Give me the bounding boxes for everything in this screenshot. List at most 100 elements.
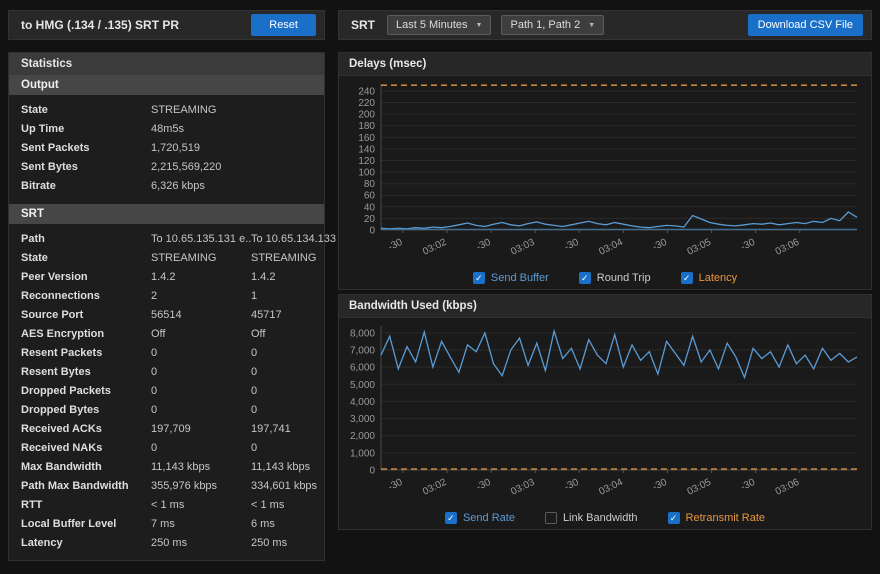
stat-row: Bitrate6,326 kbps: [9, 176, 324, 195]
stat-row: AES EncryptionOffOff: [9, 324, 324, 343]
stat-row: PathTo 10.65.135.131 e...To 10.65.134.13…: [9, 229, 324, 248]
stat-value: 0: [251, 347, 351, 359]
checkbox-checked-icon[interactable]: [579, 272, 591, 284]
stat-value: 0: [151, 404, 251, 416]
stat-label: Received NAKs: [21, 442, 151, 454]
stat-value: 250 ms: [151, 537, 251, 549]
stat-value: 0: [151, 442, 251, 454]
stat-value: 2: [151, 290, 251, 302]
legend-retransmit-rate[interactable]: Retransmit Rate: [668, 512, 765, 524]
legend-send-buffer[interactable]: Send Buffer: [473, 272, 549, 284]
svg-text:-30: -30: [563, 237, 581, 253]
stream-header: to HMG (.134 / .135) SRT PR Reset: [8, 10, 325, 40]
svg-text:80: 80: [364, 179, 376, 190]
svg-text:160: 160: [358, 133, 375, 144]
svg-text:03:02: 03:02: [421, 477, 449, 498]
checkbox-checked-icon[interactable]: [668, 512, 680, 524]
stat-value: 0: [151, 385, 251, 397]
stat-value: 355,976 kbps: [151, 480, 251, 492]
svg-text:03:04: 03:04: [597, 237, 625, 258]
svg-text:-30: -30: [475, 477, 493, 493]
bandwidth-panel: Bandwidth Used (kbps) 01,0002,0003,0004,…: [338, 294, 872, 530]
stat-label: Path: [21, 233, 151, 245]
checkbox-checked-icon[interactable]: [681, 272, 693, 284]
svg-text:7,000: 7,000: [350, 346, 375, 357]
stat-value: 11,143 kbps: [151, 461, 251, 473]
svg-text:03:06: 03:06: [774, 237, 802, 258]
svg-text:-30: -30: [475, 237, 493, 253]
legend-label: Send Buffer: [491, 272, 549, 284]
output-rows: StateSTREAMINGUp Time48m5sSent Packets1,…: [9, 100, 324, 195]
svg-text:6,000: 6,000: [350, 363, 375, 374]
stat-label: Local Buffer Level: [21, 518, 151, 530]
stat-value: To 10.65.134.133 e...: [251, 233, 351, 245]
stat-label: RTT: [21, 499, 151, 511]
legend-link-bandwidth[interactable]: Link Bandwidth: [545, 512, 638, 524]
svg-text:5,000: 5,000: [350, 380, 375, 391]
stat-label: Up Time: [21, 123, 151, 135]
path-dropdown[interactable]: Path 1, Path 2 ▼: [501, 15, 604, 35]
svg-text:3,000: 3,000: [350, 414, 375, 425]
checkbox-checked-icon[interactable]: [473, 272, 485, 284]
stat-row: Source Port5651445717: [9, 305, 324, 324]
legend-label: Round Trip: [597, 272, 651, 284]
stat-label: Sent Packets: [21, 142, 151, 154]
stat-value: 0: [251, 385, 351, 397]
stat-label: Max Bandwidth: [21, 461, 151, 473]
srt-rows: PathTo 10.65.135.131 e...To 10.65.134.13…: [9, 229, 324, 552]
stat-value: STREAMING: [151, 104, 251, 116]
checkbox-checked-icon[interactable]: [445, 512, 457, 524]
stat-value: STREAMING: [151, 252, 251, 264]
stat-value: To 10.65.135.131 e...: [151, 233, 251, 245]
svg-text:-30: -30: [387, 477, 405, 493]
svg-text:0: 0: [369, 466, 375, 477]
stat-row: Reconnections21: [9, 286, 324, 305]
stat-value: 250 ms: [251, 537, 351, 549]
stat-value: 56514: [151, 309, 251, 321]
svg-text:100: 100: [358, 168, 375, 179]
stat-value: 6,326 kbps: [151, 180, 251, 192]
srt-toolbar-label: SRT: [351, 18, 375, 32]
stat-value: 334,601 kbps: [251, 480, 351, 492]
time-range-dropdown[interactable]: Last 5 Minutes ▼: [387, 15, 491, 35]
stat-value: 7 ms: [151, 518, 251, 530]
svg-text:220: 220: [358, 98, 375, 109]
stat-label: Latency: [21, 537, 151, 549]
legend-round-trip[interactable]: Round Trip: [579, 272, 651, 284]
stat-label: Resent Packets: [21, 347, 151, 359]
svg-text:03:03: 03:03: [509, 237, 537, 258]
stat-value: 1: [251, 290, 351, 302]
stat-row: RTT< 1 ms< 1 ms: [9, 495, 324, 514]
stat-value: 197,709: [151, 423, 251, 435]
stat-value: 1,720,519: [151, 142, 251, 154]
stat-label: Peer Version: [21, 271, 151, 283]
stat-value: 0: [251, 442, 351, 454]
stat-label: Sent Bytes: [21, 161, 151, 173]
stat-row: Latency250 ms250 ms: [9, 533, 324, 552]
legend-label: Send Rate: [463, 512, 515, 524]
stat-value: 45717: [251, 309, 351, 321]
statistics-panel: Statistics Output StateSTREAMINGUp Time4…: [8, 52, 325, 561]
legend-send-rate[interactable]: Send Rate: [445, 512, 515, 524]
stat-row: Local Buffer Level7 ms6 ms: [9, 514, 324, 533]
svg-text:1,000: 1,000: [350, 448, 375, 459]
stat-value: 2,215,569,220: [151, 161, 251, 173]
svg-text:200: 200: [358, 110, 375, 121]
reset-button[interactable]: Reset: [251, 14, 316, 36]
download-csv-button[interactable]: Download CSV File: [748, 14, 863, 36]
svg-text:180: 180: [358, 121, 375, 132]
svg-text:03:06: 03:06: [774, 477, 802, 498]
legend-latency[interactable]: Latency: [681, 272, 738, 284]
stat-value: Off: [251, 328, 351, 340]
stat-label: State: [21, 252, 151, 264]
svg-text:60: 60: [364, 191, 376, 202]
svg-text:8,000: 8,000: [350, 328, 375, 339]
stat-row: Received ACKs197,709197,741: [9, 419, 324, 438]
stat-row: Resent Packets00: [9, 343, 324, 362]
stat-value: Off: [151, 328, 251, 340]
checkbox-unchecked-icon[interactable]: [545, 512, 557, 524]
stat-row: Dropped Bytes00: [9, 400, 324, 419]
svg-text:20: 20: [364, 214, 376, 225]
stat-row: Resent Bytes00: [9, 362, 324, 381]
stat-value: 6 ms: [251, 518, 351, 530]
